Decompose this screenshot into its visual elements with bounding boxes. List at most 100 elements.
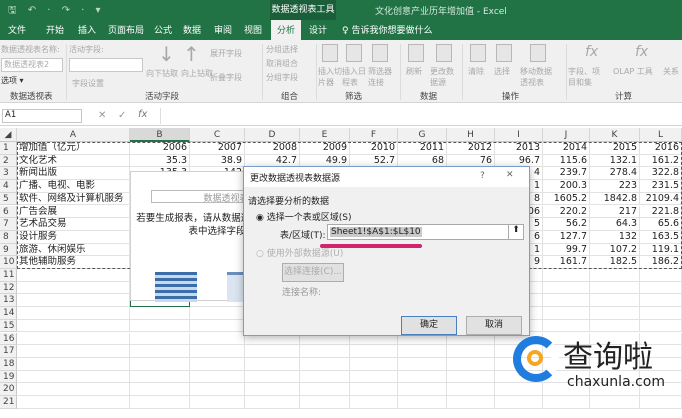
- cell-L12[interactable]: [640, 281, 682, 295]
- enter-icon[interactable]: ✓: [118, 110, 126, 121]
- tab-data[interactable]: 数据: [183, 23, 201, 36]
- cell-H21[interactable]: [447, 396, 495, 409]
- cell-G1[interactable]: 2011: [398, 142, 447, 155]
- cell-L14[interactable]: [640, 307, 682, 320]
- cell-F1[interactable]: 2010: [350, 142, 398, 155]
- row-header-14[interactable]: 14: [0, 307, 17, 320]
- fields-items-sets-button[interactable]: 字段、项目和集: [568, 66, 602, 88]
- cell-G18[interactable]: [398, 357, 447, 371]
- cell-K2[interactable]: 132.1: [590, 154, 640, 168]
- cell-L1[interactable]: 2016: [640, 142, 682, 155]
- cell-H17[interactable]: [447, 345, 495, 358]
- column-header-C[interactable]: C: [190, 128, 245, 142]
- cell-J6[interactable]: 220.2: [543, 205, 590, 219]
- cell-C1[interactable]: 2007: [190, 142, 245, 155]
- cell-A9[interactable]: 旅游、休闲娱乐: [17, 243, 130, 257]
- cell-J12[interactable]: [543, 281, 590, 295]
- row-header-5[interactable]: 5: [0, 192, 17, 206]
- cell-C18[interactable]: [190, 357, 245, 371]
- tab-page-layout[interactable]: 页面布局: [108, 23, 144, 36]
- cell-K5[interactable]: 1842.8: [590, 192, 640, 206]
- cell-J11[interactable]: [543, 269, 590, 282]
- cell-B14[interactable]: [130, 307, 190, 320]
- row-header-1[interactable]: 1: [0, 142, 17, 155]
- cell-J8[interactable]: 127.7: [543, 230, 590, 244]
- column-header-E[interactable]: E: [300, 128, 350, 142]
- cell-K10[interactable]: 182.5: [590, 256, 640, 269]
- column-header-F[interactable]: F: [350, 128, 398, 142]
- cell-A2[interactable]: 文化艺术: [17, 154, 130, 168]
- cell-E1[interactable]: 2009: [300, 142, 350, 155]
- refresh-button[interactable]: 刷新: [406, 66, 422, 77]
- row-header-13[interactable]: 13: [0, 294, 17, 308]
- row-header-9[interactable]: 9: [0, 243, 17, 257]
- cell-C2[interactable]: 38.9: [190, 154, 245, 168]
- cell-D21[interactable]: [245, 396, 300, 409]
- cell-A21[interactable]: [17, 396, 130, 409]
- row-header-8[interactable]: 8: [0, 230, 17, 244]
- cell-J13[interactable]: [543, 294, 590, 308]
- cell-A1[interactable]: 增加值（亿元）: [17, 142, 130, 155]
- cell-E17[interactable]: [300, 345, 350, 358]
- column-header-D[interactable]: D: [245, 128, 300, 142]
- cell-B1[interactable]: 2006: [130, 142, 190, 155]
- cell-G19[interactable]: [398, 370, 447, 384]
- cell-G17[interactable]: [398, 345, 447, 358]
- cell-C16[interactable]: [190, 332, 245, 346]
- row-header-10[interactable]: 10: [0, 256, 17, 269]
- cell-A3[interactable]: 新闻出版: [17, 167, 130, 181]
- cell-A20[interactable]: [17, 383, 130, 396]
- cell-L5[interactable]: 2109.4: [640, 192, 682, 206]
- row-header-2[interactable]: 2: [0, 154, 17, 168]
- cell-F19[interactable]: [350, 370, 398, 384]
- cell-J9[interactable]: 99.7: [543, 243, 590, 257]
- cell-L11[interactable]: [640, 269, 682, 282]
- cell-F18[interactable]: [350, 357, 398, 371]
- help-button[interactable]: ?: [480, 171, 485, 181]
- column-header-J[interactable]: J: [543, 128, 590, 142]
- cell-I1[interactable]: 2013: [495, 142, 543, 155]
- column-header-K[interactable]: K: [590, 128, 640, 142]
- cell-A13[interactable]: [17, 294, 130, 308]
- select-button[interactable]: 选择: [494, 66, 510, 77]
- filter-connections-button[interactable]: 筛选器连接: [368, 66, 392, 88]
- cell-G20[interactable]: [398, 383, 447, 396]
- cell-A15[interactable]: [17, 319, 130, 333]
- radio-table-range[interactable]: ◉ 选择一个表或区域(S): [256, 210, 351, 223]
- row-header-16[interactable]: 16: [0, 332, 17, 346]
- cell-L3[interactable]: 322.8: [640, 167, 682, 181]
- cell-K3[interactable]: 278.4: [590, 167, 640, 181]
- select-all-corner[interactable]: ◢: [0, 128, 17, 142]
- column-header-B[interactable]: B: [130, 128, 190, 142]
- range-input[interactable]: Sheet1!$A$1:$L$10 ⬆: [327, 224, 524, 240]
- expand-field-button[interactable]: 展开字段: [210, 48, 242, 59]
- cell-J4[interactable]: 200.3: [543, 180, 590, 193]
- column-header-A[interactable]: A: [17, 128, 130, 142]
- cell-K13[interactable]: [590, 294, 640, 308]
- clear-button[interactable]: 清除: [468, 66, 484, 77]
- cell-A7[interactable]: 艺术品交易: [17, 218, 130, 231]
- tab-formulas[interactable]: 公式: [154, 23, 172, 36]
- field-settings-button[interactable]: 字段设置: [72, 78, 104, 89]
- cell-L2[interactable]: 161.2: [640, 154, 682, 168]
- cell-A8[interactable]: 设计服务: [17, 230, 130, 244]
- cell-J10[interactable]: 161.7: [543, 256, 590, 269]
- cell-C19[interactable]: [190, 370, 245, 384]
- relationships-button[interactable]: 关系: [663, 66, 679, 77]
- ok-button[interactable]: 确定: [401, 316, 457, 335]
- fx-icon[interactable]: fx: [138, 109, 147, 120]
- cell-B19[interactable]: [130, 370, 190, 384]
- column-header-I[interactable]: I: [495, 128, 543, 142]
- cell-D19[interactable]: [245, 370, 300, 384]
- cell-B16[interactable]: [130, 332, 190, 346]
- cell-L15[interactable]: [640, 319, 682, 333]
- cell-J2[interactable]: 115.6: [543, 154, 590, 168]
- cell-F17[interactable]: [350, 345, 398, 358]
- cell-K12[interactable]: [590, 281, 640, 295]
- row-header-11[interactable]: 11: [0, 269, 17, 282]
- cell-K6[interactable]: 217: [590, 205, 640, 219]
- cell-A18[interactable]: [17, 357, 130, 371]
- cell-H1[interactable]: 2012: [447, 142, 495, 155]
- cell-L7[interactable]: 65.6: [640, 218, 682, 231]
- cell-A14[interactable]: [17, 307, 130, 320]
